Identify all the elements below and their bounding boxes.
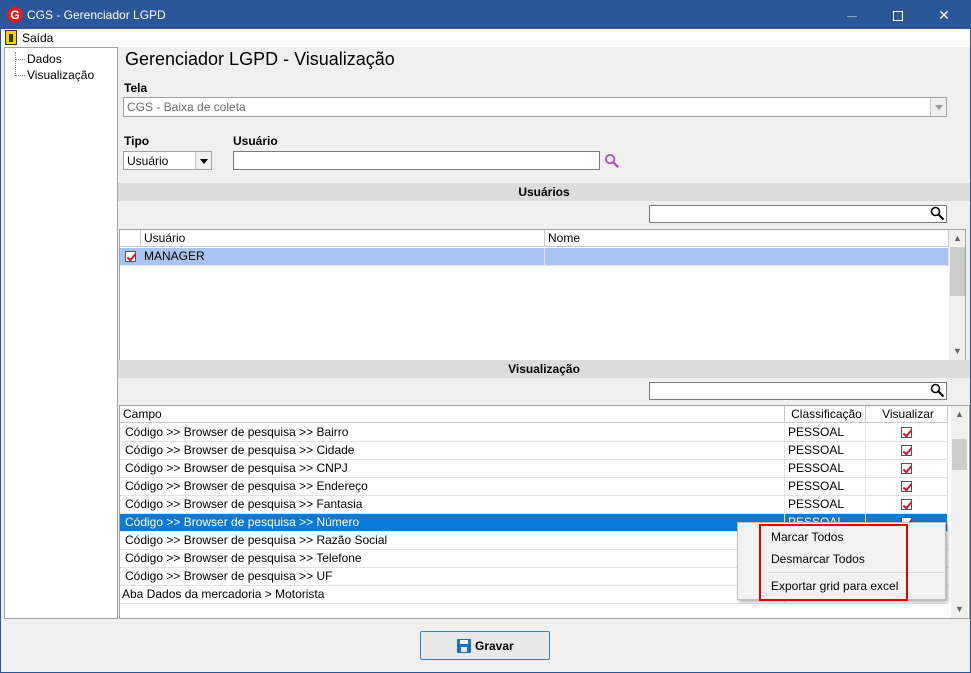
tela-label: Tela bbox=[124, 81, 148, 95]
tela-select[interactable]: CGS - Baixa de coleta bbox=[123, 97, 947, 117]
grid-header-classificacao[interactable]: Classificação bbox=[785, 406, 866, 423]
row-checkbox[interactable] bbox=[125, 251, 136, 262]
maximize-icon bbox=[893, 11, 903, 22]
tree-item-visualizacao[interactable]: Visualização bbox=[27, 68, 94, 82]
tree-item-dados[interactable]: Dados bbox=[27, 52, 62, 66]
highlight-annotation-box bbox=[759, 524, 908, 601]
grid-header-campo[interactable]: Campo bbox=[120, 406, 785, 423]
visualizar-checkbox[interactable] bbox=[901, 481, 912, 492]
search-icon[interactable] bbox=[930, 206, 945, 221]
minimize-button[interactable] bbox=[829, 1, 875, 29]
chevron-down-icon bbox=[195, 152, 211, 169]
floppy-disk-icon bbox=[457, 639, 471, 653]
cell-classificacao: PESSOAL bbox=[785, 442, 866, 459]
usuario-label: Usuário bbox=[233, 134, 278, 148]
search-icon[interactable] bbox=[930, 383, 945, 398]
cell-classificacao: PESSOAL bbox=[785, 496, 866, 513]
cell-visualizar bbox=[866, 424, 948, 441]
grid-header-visualizar[interactable]: Visualizar bbox=[866, 406, 948, 423]
tipo-label: Tipo bbox=[124, 134, 150, 148]
table-row[interactable]: MANAGER bbox=[120, 248, 949, 266]
save-button[interactable]: Gravar bbox=[420, 631, 550, 660]
menu-bar: Saída bbox=[1, 29, 970, 47]
visualizar-checkbox[interactable] bbox=[901, 427, 912, 438]
cell-campo: Código >> Browser de pesquisa >> Número bbox=[120, 514, 785, 531]
usuarios-search-input[interactable] bbox=[649, 205, 947, 223]
cell-usuario: MANAGER bbox=[141, 248, 545, 265]
save-button-label: Gravar bbox=[475, 639, 514, 653]
cell-campo: Código >> Browser de pesquisa >> Cidade bbox=[120, 442, 785, 459]
tipo-select[interactable]: Usuário bbox=[123, 151, 212, 170]
table-row[interactable]: Código >> Browser de pesquisa >> Fantasi… bbox=[120, 496, 948, 514]
close-button[interactable]: ✕ bbox=[921, 1, 967, 29]
tipo-value: Usuário bbox=[127, 154, 169, 168]
scroll-down-icon[interactable]: ▼ bbox=[951, 601, 968, 618]
cell-campo: Código >> Browser de pesquisa >> Razão S… bbox=[120, 532, 785, 549]
table-row[interactable]: Código >> Browser de pesquisa >> Endereç… bbox=[120, 478, 948, 496]
tree-connector bbox=[15, 75, 25, 76]
tela-value: CGS - Baixa de coleta bbox=[127, 100, 246, 114]
scroll-up-icon[interactable]: ▲ bbox=[949, 230, 965, 247]
usuarios-grid: Usuário Nome MANAGER ▲ ▼ bbox=[119, 229, 966, 361]
title-bar[interactable]: G CGS - Gerenciador LGPD ✕ bbox=[1, 1, 970, 29]
cell-visualizar bbox=[866, 460, 948, 477]
app-logo-icon: G bbox=[7, 7, 23, 23]
cell-campo: Código >> Browser de pesquisa >> Bairro bbox=[120, 424, 785, 441]
cell-visualizar bbox=[866, 496, 948, 513]
cell-campo: Código >> Browser de pesquisa >> UF bbox=[120, 568, 785, 585]
cell-campo: Aba Dados da mercadoria > Motorista bbox=[120, 586, 785, 603]
cell-campo: Código >> Browser de pesquisa >> Endereç… bbox=[120, 478, 785, 495]
minimize-icon bbox=[847, 15, 857, 17]
usuarios-section-header: Usuários bbox=[118, 183, 970, 201]
page-title: Gerenciador LGPD - Visualização bbox=[125, 49, 395, 69]
exit-door-icon[interactable] bbox=[5, 30, 17, 45]
navigation-tree: Dados Visualização bbox=[4, 47, 118, 619]
search-user-icon[interactable] bbox=[604, 153, 620, 169]
scroll-thumb[interactable] bbox=[952, 439, 967, 470]
visualizar-checkbox[interactable] bbox=[901, 499, 912, 510]
scroll-up-icon[interactable]: ▲ bbox=[951, 406, 968, 423]
cell-classificacao: PESSOAL bbox=[785, 478, 866, 495]
scroll-down-icon[interactable]: ▼ bbox=[949, 343, 965, 360]
window-title: CGS - Gerenciador LGPD bbox=[27, 8, 166, 22]
table-row[interactable]: Código >> Browser de pesquisa >> Cidade … bbox=[120, 442, 948, 460]
cell-campo: Código >> Browser de pesquisa >> Fantasi… bbox=[120, 496, 785, 513]
cell-campo: Código >> Browser de pesquisa >> CNPJ bbox=[120, 460, 785, 477]
chevron-down-icon bbox=[930, 98, 946, 116]
cell-campo: Código >> Browser de pesquisa >> Telefon… bbox=[120, 550, 785, 567]
tree-connector bbox=[15, 59, 25, 60]
grid-header-nome[interactable]: Nome bbox=[545, 230, 949, 247]
visualizar-checkbox[interactable] bbox=[901, 463, 912, 474]
tree-connector bbox=[15, 52, 16, 76]
grid-header-usuario[interactable]: Usuário bbox=[141, 230, 545, 247]
cell-classificacao: PESSOAL bbox=[785, 460, 866, 477]
close-icon: ✕ bbox=[938, 7, 950, 23]
cell-classificacao: PESSOAL bbox=[785, 424, 866, 441]
scroll-thumb[interactable] bbox=[950, 247, 965, 296]
visualizacao-scrollbar[interactable]: ▲ ▼ bbox=[951, 406, 968, 618]
exit-menu-item[interactable]: Saída bbox=[22, 31, 53, 45]
usuarios-scrollbar[interactable]: ▲ ▼ bbox=[949, 230, 965, 360]
visualizar-checkbox[interactable] bbox=[901, 445, 912, 456]
table-row[interactable]: Código >> Browser de pesquisa >> CNPJ PE… bbox=[120, 460, 948, 478]
cell-visualizar bbox=[866, 478, 948, 495]
app-window: G CGS - Gerenciador LGPD ✕ Saída Dados V… bbox=[0, 0, 971, 673]
visualizacao-section-header: Visualização bbox=[118, 360, 970, 378]
visualizacao-search-input[interactable] bbox=[649, 382, 947, 400]
table-row[interactable]: Código >> Browser de pesquisa >> Bairro … bbox=[120, 424, 948, 442]
usuario-input[interactable] bbox=[233, 151, 600, 170]
cell-visualizar bbox=[866, 442, 948, 459]
maximize-button[interactable] bbox=[875, 1, 921, 29]
cell-nome bbox=[545, 248, 949, 265]
grid-header-checkbox bbox=[120, 230, 141, 247]
